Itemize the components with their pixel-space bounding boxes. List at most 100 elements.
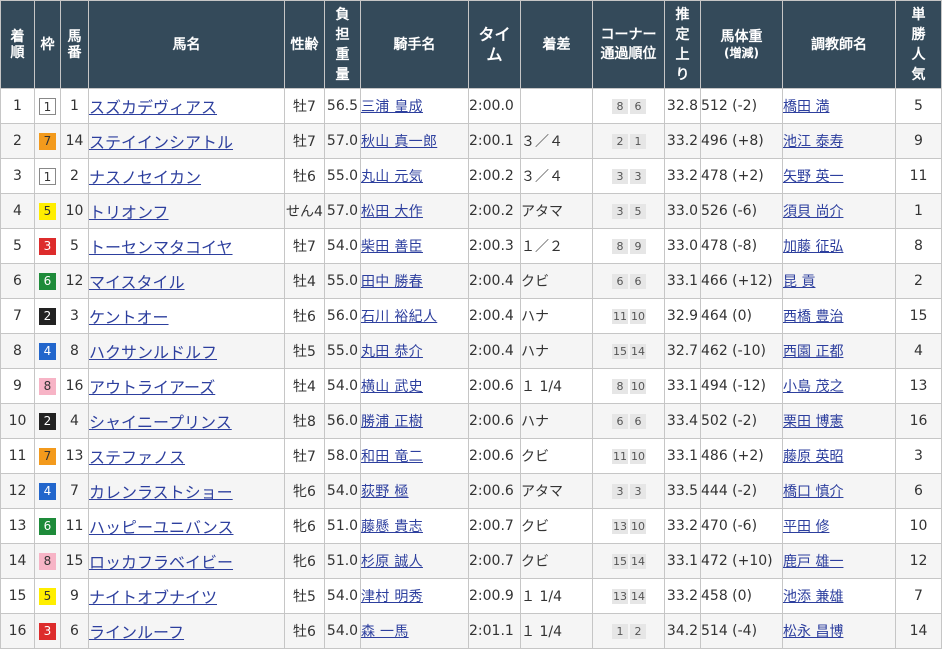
horse-name-link[interactable]: トリオンフ bbox=[90, 203, 169, 222]
jockey-cell[interactable]: 藤懸 貴志 bbox=[360, 508, 469, 544]
horse-name-cell[interactable]: スズカデヴィアス bbox=[88, 88, 285, 124]
trainer-cell[interactable]: 池添 兼雄 bbox=[782, 578, 896, 614]
trainer-link[interactable]: 藤原 英昭 bbox=[784, 449, 844, 465]
bodyweight-cell: 444 (-2) bbox=[700, 473, 783, 509]
jockey-link[interactable]: 荻野 極 bbox=[362, 484, 409, 500]
jockey-link[interactable]: 秋山 真一郎 bbox=[362, 134, 438, 150]
horse-name-link[interactable]: ハッピーユニバンス bbox=[90, 518, 234, 537]
jockey-cell[interactable]: 勝浦 正樹 bbox=[360, 403, 469, 439]
jockey-link[interactable]: 藤懸 貴志 bbox=[362, 519, 423, 535]
jockey-link[interactable]: 田中 勝春 bbox=[362, 274, 423, 290]
horse-name-link[interactable]: マイスタイル bbox=[90, 273, 185, 292]
trainer-link[interactable]: 橋田 満 bbox=[784, 99, 830, 115]
jockey-link[interactable]: 三浦 皇成 bbox=[362, 99, 423, 115]
jockey-cell[interactable]: 石川 裕紀人 bbox=[360, 298, 469, 334]
trainer-link[interactable]: 加藤 征弘 bbox=[784, 239, 844, 255]
horse-name-link[interactable]: ナスノセイカン bbox=[90, 168, 202, 187]
jockey-link[interactable]: 石川 裕紀人 bbox=[362, 309, 438, 325]
horse-name-cell[interactable]: ケントオー bbox=[88, 298, 285, 334]
jockey-cell[interactable]: 秋山 真一郎 bbox=[360, 123, 469, 159]
corner-cell: 11 10 bbox=[592, 438, 665, 474]
jockey-link[interactable]: 柴田 善臣 bbox=[362, 239, 423, 255]
jockey-cell[interactable]: 丸山 元気 bbox=[360, 158, 469, 194]
horse-name-link[interactable]: トーセンマタコイヤ bbox=[90, 238, 233, 257]
trainer-link[interactable]: 橋口 慎介 bbox=[784, 484, 844, 500]
horse-name-cell[interactable]: ロッカフラベイビー bbox=[88, 543, 285, 579]
horse-name-cell[interactable]: ハッピーユニバンス bbox=[88, 508, 285, 544]
jockey-cell[interactable]: 丸田 恭介 bbox=[360, 333, 469, 369]
trainer-cell[interactable]: 池江 泰寿 bbox=[782, 123, 896, 159]
jockey-cell[interactable]: 津村 明秀 bbox=[360, 578, 469, 614]
trainer-link[interactable]: 松永 昌博 bbox=[784, 624, 844, 640]
trainer-cell[interactable]: 小島 茂之 bbox=[782, 368, 896, 404]
horse-name-cell[interactable]: ナスノセイカン bbox=[88, 158, 285, 194]
horse-name-cell[interactable]: トリオンフ bbox=[88, 193, 285, 229]
trainer-link[interactable]: 池添 兼雄 bbox=[784, 589, 844, 605]
jockey-cell[interactable]: 和田 竜二 bbox=[360, 438, 469, 474]
horse-name-link[interactable]: スズカデヴィアス bbox=[90, 98, 218, 117]
time-cell: 2:00.9 bbox=[468, 578, 521, 614]
horse-name-cell[interactable]: アウトライアーズ bbox=[88, 368, 285, 404]
jockey-cell[interactable]: 松田 大作 bbox=[360, 193, 469, 229]
horse-name-link[interactable]: シャイニープリンス bbox=[90, 413, 232, 432]
jockey-cell[interactable]: 杉原 誠人 bbox=[360, 543, 469, 579]
trainer-cell[interactable]: 加藤 征弘 bbox=[782, 228, 896, 264]
horse-name-cell[interactable]: ナイトオブナイツ bbox=[88, 578, 285, 614]
horse-name-link[interactable]: ラインルーフ bbox=[90, 623, 185, 642]
jockey-cell[interactable]: 柴田 善臣 bbox=[360, 228, 469, 264]
horse-name-link[interactable]: ナイトオブナイツ bbox=[90, 588, 218, 607]
trainer-link[interactable]: 平田 修 bbox=[784, 519, 830, 535]
jockey-link[interactable]: 和田 竜二 bbox=[362, 449, 423, 465]
jockey-link[interactable]: 津村 明秀 bbox=[362, 589, 423, 605]
jockey-cell[interactable]: 荻野 極 bbox=[360, 473, 469, 509]
horse-name-cell[interactable]: ステイインシアトル bbox=[88, 123, 285, 159]
trainer-cell[interactable]: 矢野 英一 bbox=[782, 158, 896, 194]
jockey-cell[interactable]: 田中 勝春 bbox=[360, 263, 469, 299]
trainer-link[interactable]: 西橋 豊治 bbox=[784, 309, 844, 325]
trainer-cell[interactable]: 栗田 博憲 bbox=[782, 403, 896, 439]
trainer-link[interactable]: 矢野 英一 bbox=[784, 169, 844, 185]
horse-name-cell[interactable]: トーセンマタコイヤ bbox=[88, 228, 285, 264]
horse-name-link[interactable]: アウトライアーズ bbox=[90, 378, 216, 397]
jockey-cell[interactable]: 三浦 皇成 bbox=[360, 88, 469, 124]
trainer-link[interactable]: 西園 正都 bbox=[784, 344, 844, 360]
horse-name-cell[interactable]: カレンラストショー bbox=[88, 473, 285, 509]
trainer-cell[interactable]: 平田 修 bbox=[782, 508, 896, 544]
trainer-cell[interactable]: 橋口 慎介 bbox=[782, 473, 896, 509]
trainer-link[interactable]: 栗田 博憲 bbox=[784, 414, 844, 430]
trainer-cell[interactable]: 藤原 英昭 bbox=[782, 438, 896, 474]
jockey-link[interactable]: 森 一馬 bbox=[362, 624, 409, 640]
jockey-cell[interactable]: 森 一馬 bbox=[360, 613, 469, 649]
horse-name-link[interactable]: ステイインシアトル bbox=[90, 133, 234, 152]
jockey-link[interactable]: 勝浦 正樹 bbox=[362, 414, 423, 430]
trainer-cell[interactable]: 西園 正都 bbox=[782, 333, 896, 369]
trainer-link[interactable]: 池江 泰寿 bbox=[784, 134, 844, 150]
jockey-cell[interactable]: 横山 武史 bbox=[360, 368, 469, 404]
trainer-link[interactable]: 小島 茂之 bbox=[784, 379, 844, 395]
jockey-link[interactable]: 松田 大作 bbox=[362, 204, 423, 220]
horse-name-cell[interactable]: ハクサンルドルフ bbox=[88, 333, 285, 369]
trainer-cell[interactable]: 須貝 尚介 bbox=[782, 193, 896, 229]
jockey-link[interactable]: 丸田 恭介 bbox=[362, 344, 423, 360]
trainer-link[interactable]: 鹿戸 雄一 bbox=[784, 554, 844, 570]
horse-name-link[interactable]: ステファノス bbox=[90, 448, 186, 467]
horse-name-cell[interactable]: ラインルーフ bbox=[88, 613, 285, 649]
trainer-link[interactable]: 昆 貢 bbox=[784, 274, 816, 290]
trainer-link[interactable]: 須貝 尚介 bbox=[784, 204, 844, 220]
horse-name-link[interactable]: ハクサンルドルフ bbox=[90, 343, 218, 362]
trainer-cell[interactable]: 橋田 満 bbox=[782, 88, 896, 124]
horse-name-link[interactable]: カレンラストショー bbox=[90, 483, 233, 502]
horse-name-cell[interactable]: シャイニープリンス bbox=[88, 403, 285, 439]
trainer-cell[interactable]: 西橋 豊治 bbox=[782, 298, 896, 334]
trainer-cell[interactable]: 松永 昌博 bbox=[782, 613, 896, 649]
jockey-link[interactable]: 丸山 元気 bbox=[362, 169, 423, 185]
trainer-cell[interactable]: 昆 貢 bbox=[782, 263, 896, 299]
corner-position: 5 bbox=[630, 203, 646, 219]
jockey-link[interactable]: 横山 武史 bbox=[362, 379, 423, 395]
horse-name-cell[interactable]: ステファノス bbox=[88, 438, 285, 474]
jockey-link[interactable]: 杉原 誠人 bbox=[362, 554, 423, 570]
trainer-cell[interactable]: 鹿戸 雄一 bbox=[782, 543, 896, 579]
horse-name-link[interactable]: ケントオー bbox=[90, 308, 169, 327]
horse-name-link[interactable]: ロッカフラベイビー bbox=[90, 553, 234, 572]
horse-name-cell[interactable]: マイスタイル bbox=[88, 263, 285, 299]
